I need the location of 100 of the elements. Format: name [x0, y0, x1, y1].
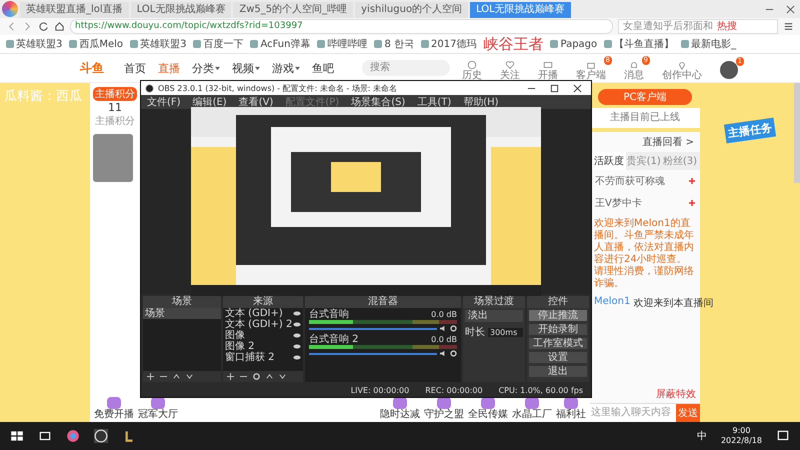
obs-logo-icon — [145, 84, 154, 92]
bookmark[interactable]: AcFun弹幕 — [250, 37, 310, 51]
activity-item[interactable]: 隐时达减 — [380, 397, 420, 420]
remove-icon[interactable] — [160, 373, 167, 380]
status-text: CPU: 1.0%, 60.00 fps — [498, 386, 583, 395]
caret-icon[interactable] — [295, 66, 300, 70]
bookmark[interactable]: 【斗鱼直播】 — [604, 37, 674, 51]
close-icon[interactable] — [573, 84, 582, 92]
settings-icon[interactable] — [253, 373, 260, 380]
rank-name: 王V梦中卡 — [595, 196, 642, 210]
transition-dropdown[interactable]: 淡出 — [465, 310, 523, 322]
chat-tab[interactable]: 活跃度 — [592, 152, 626, 170]
bookmark[interactable]: 最新电影_ — [681, 37, 736, 51]
avatar[interactable] — [720, 61, 738, 79]
control-button[interactable]: 停止推流 — [529, 310, 587, 321]
plus-icon[interactable] — [689, 178, 695, 184]
close-icon[interactable] — [786, 4, 795, 14]
nav-item[interactable]: 游戏 — [272, 60, 294, 76]
control-button[interactable]: 退出 — [529, 366, 587, 377]
scrollbar[interactable] — [794, 83, 800, 183]
add-icon[interactable] — [227, 373, 234, 380]
dock-title: 场景 — [143, 296, 221, 308]
notice-text: 欢迎来到Melon1的直播间。斗鱼严禁未成年人直播，依法对直播内容进行24小时巡查。请理性消费，谨防网络诈骗。 — [593, 216, 695, 291]
duration-field[interactable]: 300ms — [488, 328, 523, 336]
control-button[interactable]: 设置 — [529, 352, 587, 363]
settings-icon[interactable] — [450, 325, 457, 332]
bookmark[interactable]: 百度一下 — [193, 37, 244, 51]
home-icon[interactable] — [54, 21, 65, 32]
maximize-icon[interactable] — [550, 84, 559, 92]
caret-icon[interactable] — [255, 66, 260, 70]
bookmark[interactable]: 西瓜Melo — [69, 37, 124, 51]
source-item[interactable]: 文本 (GDI+) 2 — [225, 319, 292, 330]
effects-toggle[interactable]: 屏蔽特效 — [656, 387, 696, 401]
activity-item[interactable]: 冠军大厅 — [138, 397, 178, 420]
down-icon[interactable] — [279, 373, 286, 380]
activity-item[interactable]: 水晶工厂 — [512, 397, 552, 420]
scene-item[interactable]: 场景 — [143, 308, 221, 319]
header-action[interactable]: 创作中心 — [662, 60, 702, 80]
bookmark[interactable]: Papago — [550, 38, 598, 50]
plus-icon[interactable] — [689, 200, 695, 206]
audio-channel-name: 台式音响 — [309, 309, 349, 320]
menu-item[interactable]: 编辑(E) — [192, 95, 227, 109]
bookmark[interactable]: 哔哩哔哩 — [317, 37, 368, 51]
notification-icon[interactable] — [776, 429, 790, 443]
clock[interactable]: 9:00 2022/8/18 — [720, 426, 762, 446]
browser-logo-icon[interactable] — [2, 1, 18, 17]
browser-tab[interactable]: LOL无限挑战巅峰赛 — [130, 2, 232, 18]
bookmark[interactable]: 2017德玛 — [421, 37, 476, 51]
dock-title: 来源 — [223, 296, 303, 308]
task-view-icon[interactable] — [38, 429, 52, 443]
start-icon[interactable] — [10, 429, 24, 443]
nav-item[interactable]: 鱼吧 — [312, 60, 334, 76]
header-action[interactable]: 历史 — [462, 60, 482, 80]
menu-icon[interactable] — [783, 21, 794, 32]
header-action[interactable]: 开播 — [538, 60, 558, 80]
header-action[interactable]: 关注 — [500, 60, 520, 80]
control-button[interactable]: 工作室模式 — [529, 338, 587, 349]
window-title: OBS 23.0.1 (32-bit, windows) - 配置文件: 未命名 - 场景: 未命名 — [158, 82, 398, 94]
menu-item[interactable]: 场景集合(S) — [351, 95, 406, 109]
nav-item[interactable]: 分类 — [192, 60, 214, 76]
menu-item[interactable]: 查看(V) — [238, 95, 274, 109]
up-icon[interactable] — [266, 373, 273, 380]
browser-tab[interactable]: yishiluguo的个人空间 — [355, 2, 468, 18]
browser-icon[interactable] — [66, 429, 80, 443]
header-action[interactable]: 客户端 — [576, 60, 606, 80]
add-icon[interactable] — [147, 373, 154, 380]
activity-item[interactable]: 守护之盟 — [424, 397, 464, 420]
nav-item[interactable]: 视频 — [232, 60, 254, 76]
activity-item[interactable]: 免费开播 — [94, 397, 134, 420]
menu-item[interactable]: 文件(F) — [147, 95, 181, 109]
obs-icon[interactable] — [94, 429, 108, 443]
source-item[interactable]: 窗口捕获 2 — [225, 352, 275, 363]
remove-icon[interactable] — [240, 373, 247, 380]
browser-search-field[interactable]: 女皇遭知乎后邪面和 热搜 — [618, 19, 778, 34]
up-icon[interactable] — [173, 373, 180, 380]
control-button[interactable]: 开始录制 — [529, 324, 587, 335]
input-method-indicator[interactable]: 中 — [696, 429, 707, 443]
reload-icon[interactable] — [38, 21, 49, 32]
source-item[interactable]: 图像 — [225, 330, 245, 341]
header-action[interactable]: 消息 — [624, 60, 644, 80]
down-icon[interactable] — [186, 373, 193, 380]
dock-title: 混音器 — [305, 296, 461, 308]
banner-text: 瓜料酱：西瓜 — [3, 88, 83, 106]
activity-item[interactable]: 福利社 — [556, 397, 586, 420]
browser-tab[interactable]: Zw5_5的个人空间_哔哩 — [233, 2, 354, 18]
menu-item[interactable]: 帮助(H) — [463, 95, 499, 109]
replay-link[interactable]: 直播回看 > — [590, 132, 700, 152]
address-field[interactable]: https://www.douyu.com/topic/wxtzdfs?rid=103997 — [70, 19, 613, 34]
nav-item[interactable]: 首页 — [124, 60, 146, 76]
bookmark[interactable]: 8 한국 — [374, 37, 414, 51]
source-item[interactable]: 图像 2 — [225, 341, 255, 352]
caret-icon[interactable] — [215, 66, 220, 70]
bookmark[interactable]: 英雄联盟3 — [6, 37, 62, 51]
status-note: 主播目前已上线 — [590, 108, 700, 128]
browser-tab[interactable]: 英雄联盟直播_lol直播 — [20, 2, 129, 18]
bookmark[interactable]: 英雄联盟3 — [130, 37, 186, 51]
duration-label: 时长 — [465, 326, 485, 339]
settings-icon[interactable] — [450, 350, 457, 357]
activity-item[interactable]: 全民传媒 — [468, 397, 508, 420]
menu-item[interactable]: 工具(T) — [417, 95, 452, 109]
